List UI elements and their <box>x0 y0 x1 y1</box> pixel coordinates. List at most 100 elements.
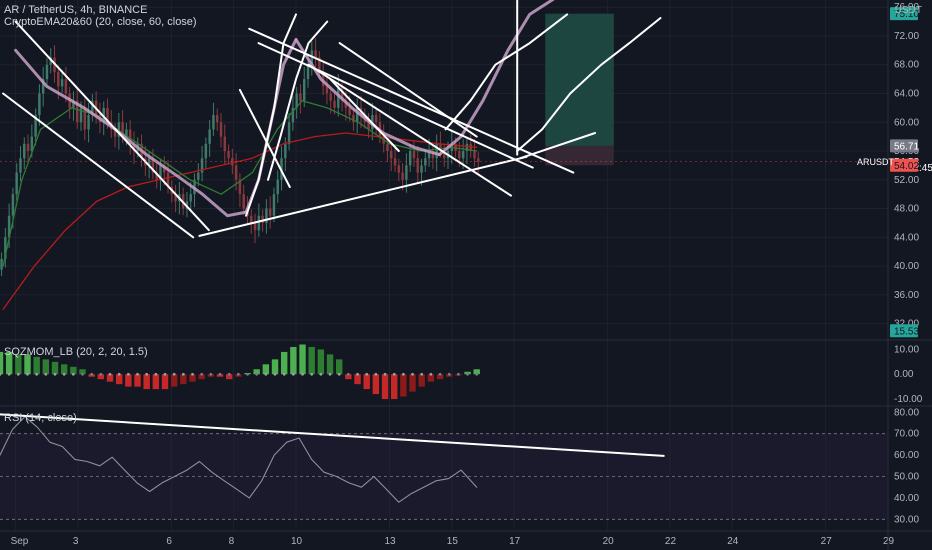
sqz-dot <box>429 372 433 376</box>
stop-zone <box>545 145 614 166</box>
sqz-dot <box>200 372 204 376</box>
candle-body <box>212 115 215 130</box>
sqz-bar <box>60 364 68 375</box>
candle-body <box>408 151 412 166</box>
sqz-dot <box>163 372 167 376</box>
sqz-bar <box>33 356 40 375</box>
sqz-bar <box>381 374 389 400</box>
sqz-bar <box>125 374 132 387</box>
sqz-dot <box>301 372 304 376</box>
rsi-tick-label: 80.00 <box>894 407 919 418</box>
candle-body <box>416 158 419 173</box>
y-tick-label: 68.00 <box>894 60 919 71</box>
sqz-dot <box>420 372 424 376</box>
candle-body <box>250 215 253 223</box>
x-tick-label: 27 <box>821 536 833 547</box>
sqz-dot <box>328 372 332 376</box>
candle-body <box>197 172 200 180</box>
candle-body <box>390 151 393 159</box>
sqz-dot <box>264 372 268 376</box>
candle-body <box>405 165 408 180</box>
candle-body <box>15 172 18 195</box>
sqz-dot <box>236 372 240 376</box>
trading-chart[interactable]: 32.0036.0040.0044.0048.0052.0056.0060.00… <box>0 0 932 550</box>
candle-body <box>60 79 64 87</box>
sqz-dot <box>319 372 323 376</box>
y-tick-label: 64.00 <box>894 88 919 99</box>
rsi-tick-label: 40.00 <box>894 493 919 504</box>
symbol-tag: ARUSDT <box>857 157 895 167</box>
candle-body <box>219 122 223 137</box>
sqz-dot <box>310 372 314 376</box>
sqz-dot <box>392 372 396 376</box>
candle-body <box>87 115 90 130</box>
sqz-dot <box>191 372 194 376</box>
candle-body <box>420 165 423 173</box>
candle-body <box>19 158 22 173</box>
sqz-bar <box>308 346 315 375</box>
candle-body <box>11 194 15 216</box>
candle-body <box>284 143 287 159</box>
rsi-indicator-label: RSI (14, close) <box>4 412 77 424</box>
sqz-legend[interactable]: SQZMOM_LB (20, 2, 20, 1.5) <box>4 346 148 359</box>
sqz-tick-label: 10.00 <box>894 344 919 355</box>
sqz-dot <box>374 372 378 376</box>
candle-body <box>23 143 26 159</box>
candle-body <box>0 258 3 270</box>
sqz-dot <box>126 372 130 376</box>
symbol-title: AR / TetherUS, 4h, BINANCE <box>4 4 148 16</box>
sqz-bar <box>418 374 425 387</box>
sqz-dot <box>356 372 359 376</box>
ema-indicator-label: CryptoEMA20&60 (20, close, 60, close) <box>4 16 197 28</box>
sqz-bar <box>290 346 297 375</box>
sqz-dot <box>227 372 231 376</box>
sqz-bar <box>170 374 178 387</box>
candle-body <box>333 100 336 108</box>
candle-body <box>303 79 306 101</box>
candle-body <box>458 151 461 159</box>
x-tick-label: 17 <box>509 536 521 547</box>
sqz-dot <box>90 372 94 376</box>
sqz-dot <box>81 372 84 376</box>
sqz-dot <box>365 372 369 376</box>
sqz-tick-label: 0.00 <box>894 369 914 380</box>
x-tick-label: 29 <box>883 536 895 547</box>
sqz-tick-label: -10.00 <box>894 394 923 405</box>
x-tick-label: 22 <box>665 536 677 547</box>
sqz-bar <box>115 374 123 385</box>
x-tick-label: 10 <box>291 536 303 547</box>
sqz-dot <box>117 372 121 376</box>
sqz-dot <box>291 372 295 376</box>
candle-body <box>257 215 261 231</box>
sqz-dot <box>273 372 277 376</box>
price-label: 56.71 <box>894 141 919 152</box>
rsi-tick-label: 50.00 <box>894 471 919 482</box>
y-tick-label: 44.00 <box>894 232 919 243</box>
ema-legend[interactable]: CryptoEMA20&60 (20, close, 60, close) <box>4 16 197 29</box>
candle-body <box>401 172 404 180</box>
sqz-dot <box>7 372 11 376</box>
candle-body <box>234 165 238 180</box>
sqz-dot <box>466 372 469 376</box>
x-tick-label: 8 <box>229 536 235 547</box>
sqz-dot <box>44 372 48 376</box>
candle-body <box>461 151 465 159</box>
candle-body <box>314 50 317 58</box>
sqz-dot <box>337 372 341 376</box>
sqz-bar <box>354 374 361 385</box>
sqz-bar <box>390 374 398 400</box>
candle-body <box>253 222 257 231</box>
sqz-bar <box>299 344 306 375</box>
candle-body <box>276 179 279 195</box>
candle-body <box>287 122 291 144</box>
candle-body <box>412 151 416 159</box>
rsi-legend[interactable]: RSI (14, close) <box>4 412 77 425</box>
sqz-dot <box>456 372 460 376</box>
price-label: 15.53 <box>894 326 919 337</box>
candle-body <box>227 151 230 159</box>
candle-body <box>204 143 208 159</box>
sqz-dot <box>108 372 112 376</box>
sqz-dot <box>154 372 158 376</box>
y-tick-label: 72.00 <box>894 31 919 42</box>
sqz-bar <box>400 374 407 397</box>
